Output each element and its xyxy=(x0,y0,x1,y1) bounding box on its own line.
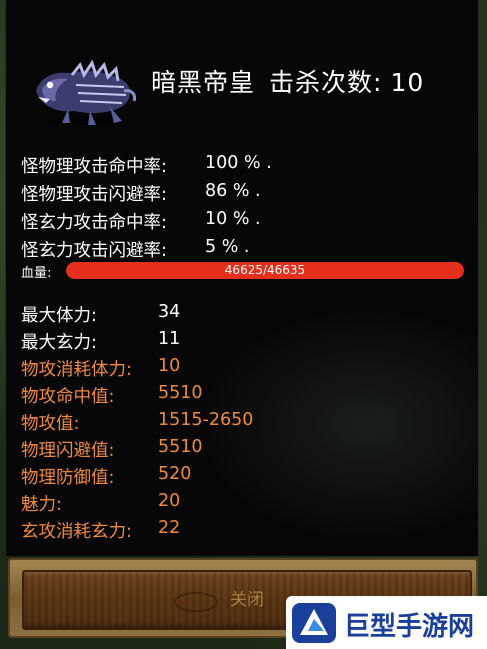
stat-label: 物理防御值: xyxy=(21,468,115,488)
rate-row: 怪物理攻击命中率: 100 % . xyxy=(21,153,272,178)
stat-value: 20 xyxy=(158,491,181,511)
rate-label: 怪物理攻击闪避率: xyxy=(21,185,167,205)
stat-row: 玄攻消耗玄力: 22 xyxy=(21,518,180,543)
rate-row: 怪玄力攻击闪避率: 5 % . xyxy=(21,237,249,262)
watermark-logo-icon xyxy=(292,603,336,643)
stat-row: 物攻命中值: 5510 xyxy=(21,383,203,408)
stat-value: 11 xyxy=(158,329,181,349)
stat-label: 物攻命中值: xyxy=(21,387,115,407)
kill-count-value: 10 xyxy=(390,68,425,97)
stat-value: 1515-2650 xyxy=(158,410,254,430)
rate-label: 怪玄力攻击闪避率: xyxy=(21,241,167,261)
rate-label: 怪玄力攻击命中率: xyxy=(21,213,167,233)
rate-value: 86 % . xyxy=(205,181,261,201)
stat-label: 最大体力: xyxy=(21,306,97,326)
rate-value: 10 % . xyxy=(205,209,261,229)
stat-value: 520 xyxy=(158,464,192,484)
stat-label: 最大玄力: xyxy=(21,333,97,353)
stat-row: 物攻消耗体力: 10 xyxy=(21,356,180,381)
watermark: 巨型手游网 xyxy=(286,596,487,649)
monster-portrait-icon xyxy=(36,59,136,125)
hp-label: 血量: xyxy=(21,266,52,281)
stat-row: 最大玄力: 11 xyxy=(21,329,180,354)
stat-value: 22 xyxy=(158,518,181,538)
stat-label: 物攻消耗体力: xyxy=(21,360,132,380)
stat-row: 魅力: 20 xyxy=(21,491,180,516)
hp-value-text: 46625/46635 xyxy=(224,263,306,277)
stat-value: 34 xyxy=(158,302,181,322)
stat-row: 物理防御值: 520 xyxy=(21,464,191,489)
stat-value: 5510 xyxy=(158,383,203,403)
stat-row: 最大体力: 34 xyxy=(21,302,180,327)
stat-row: 物攻值: 1515-2650 xyxy=(21,410,253,435)
hp-bar: 46625/46635 xyxy=(66,262,464,279)
rate-row: 怪物理攻击闪避率: 86 % . xyxy=(21,181,261,206)
monster-header: 暗黑帝皇 击杀次数: 10 xyxy=(151,63,424,99)
rate-label: 怪物理攻击命中率: xyxy=(21,157,167,177)
watermark-text: 巨型手游网 xyxy=(344,612,475,642)
stat-label: 魅力: xyxy=(21,495,62,515)
stat-label: 物理闪避值: xyxy=(21,441,115,461)
rate-value: 100 % . xyxy=(205,153,272,173)
stat-value: 5510 xyxy=(158,437,203,457)
stat-label: 物攻值: xyxy=(21,414,80,434)
stat-value: 10 xyxy=(158,356,181,376)
rate-value: 5 % . xyxy=(205,237,250,257)
monster-name: 暗黑帝皇 xyxy=(151,68,256,97)
stat-row: 物理闪避值: 5510 xyxy=(21,437,203,462)
stat-label: 玄攻消耗玄力: xyxy=(21,522,132,542)
rate-row: 怪玄力攻击命中率: 10 % . xyxy=(21,209,261,234)
kill-count-label: 击杀次数: xyxy=(269,68,383,97)
